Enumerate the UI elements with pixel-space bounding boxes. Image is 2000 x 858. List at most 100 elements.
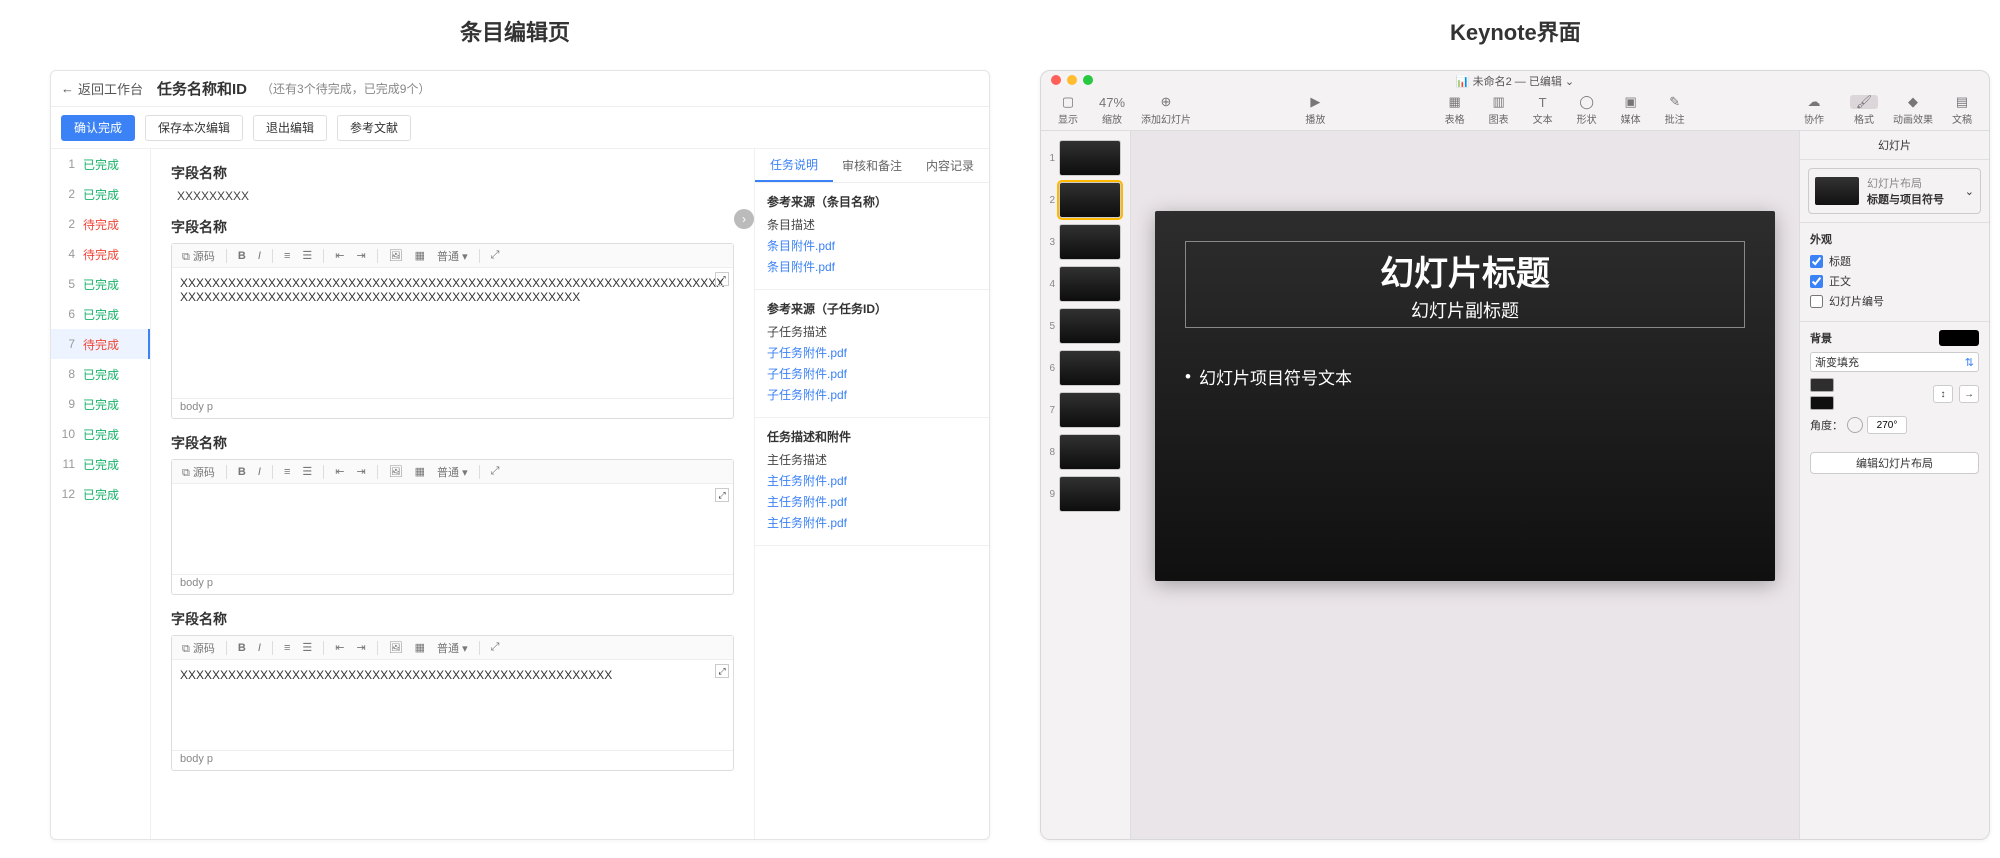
info-tab[interactable]: 内容记录 — [911, 149, 989, 182]
sidebar-entry[interactable]: 12 已完成 — [51, 479, 150, 509]
edit-layout-button[interactable]: 编辑幻灯片布局 — [1810, 452, 1979, 474]
fullscreen-button[interactable]: ⤢ — [487, 641, 504, 654]
toolbar-text[interactable]: T 文本 — [1528, 95, 1558, 126]
indent-button[interactable]: ⇥ — [352, 249, 369, 262]
sidebar-entry[interactable]: 1 已完成 — [51, 149, 150, 179]
toolbar-shape[interactable]: ◯ 形状 — [1572, 95, 1602, 126]
toolbar-chart[interactable]: ▥ 图表 — [1484, 95, 1514, 126]
bullet-list-button[interactable]: ≡ — [280, 250, 294, 262]
references-button[interactable]: 参考文献 — [337, 115, 411, 141]
checkbox[interactable] — [1810, 275, 1823, 288]
toolbar-play[interactable]: ▶ 播放 — [1300, 95, 1330, 126]
slide-thumbnail[interactable]: 9 — [1041, 473, 1130, 515]
chevron-down-icon[interactable]: ⌄ — [1565, 76, 1574, 88]
source-button[interactable]: ⧉ 源码 — [178, 640, 219, 656]
outdent-button[interactable]: ⇤ — [331, 249, 348, 262]
attachment-link[interactable]: 条目附件.pdf — [767, 260, 835, 274]
image-button[interactable]: 🖼 — [385, 465, 407, 478]
toolbar-table[interactable]: ▦ 表格 — [1440, 95, 1470, 126]
image-button[interactable]: 🖼 — [385, 249, 407, 262]
attachment-link[interactable]: 主任务附件.pdf — [767, 474, 847, 488]
attachment-link[interactable]: 主任务附件.pdf — [767, 495, 847, 509]
attachment-link[interactable]: 子任务附件.pdf — [767, 346, 847, 360]
swap-gradient-button[interactable]: ↕ — [1933, 385, 1953, 403]
toolbar-comment[interactable]: ✎ 批注 — [1660, 95, 1690, 126]
fill-type-select[interactable]: 渐变填充 ⇅ — [1810, 352, 1979, 372]
rte-body[interactable]: XXXXXXXXXXXXXXXXXXXXXXXXXXXXXXXXXXXXXXXX… — [172, 660, 733, 750]
sidebar-entry[interactable]: 2 待完成 — [51, 209, 150, 239]
gradient-stop-swatch[interactable] — [1810, 378, 1834, 392]
italic-button[interactable]: I — [254, 250, 265, 262]
save-button[interactable]: 保存本次编辑 — [145, 115, 243, 141]
slide-thumbnail[interactable]: 6 — [1041, 347, 1130, 389]
image-button[interactable]: 🖼 — [385, 641, 407, 654]
toolbar-media[interactable]: ▣ 媒体 — [1616, 95, 1646, 126]
sidebar-entry[interactable]: 9 已完成 — [51, 389, 150, 419]
attachment-link[interactable]: 子任务附件.pdf — [767, 388, 847, 402]
collapse-right-panel-button[interactable]: › — [734, 209, 754, 229]
indent-button[interactable]: ⇥ — [352, 641, 369, 654]
toolbar-format[interactable]: 🖌 格式 — [1849, 95, 1879, 126]
sidebar-entry[interactable]: 11 已完成 — [51, 449, 150, 479]
confirm-button[interactable]: 确认完成 — [61, 115, 135, 141]
slide-thumbnail[interactable]: 7 — [1041, 389, 1130, 431]
number-list-button[interactable]: ☰ — [298, 249, 316, 262]
attachment-link[interactable]: 条目附件.pdf — [767, 239, 835, 253]
italic-button[interactable]: I — [254, 466, 265, 478]
rte-body[interactable]: ⤢ — [172, 484, 733, 574]
sidebar-entry[interactable]: 7 待完成 — [51, 329, 150, 359]
bold-button[interactable]: B — [234, 250, 250, 262]
toolbar-view[interactable]: ▢ 显示 — [1053, 95, 1083, 126]
slide-thumbnail[interactable]: 1 — [1041, 137, 1130, 179]
gradient-stop-swatch[interactable] — [1810, 396, 1834, 410]
number-list-button[interactable]: ☰ — [298, 641, 316, 654]
bold-button[interactable]: B — [234, 642, 250, 654]
fullscreen-button[interactable]: ⤢ — [487, 249, 504, 262]
toolbar-add-slide[interactable]: ⊕ 添加幻灯片 — [1141, 95, 1191, 126]
appearance-checkbox-row[interactable]: 正文 — [1810, 273, 1979, 289]
toolbar-document[interactable]: ▤ 文稿 — [1947, 95, 1977, 126]
table-button[interactable]: ▦ — [411, 641, 429, 654]
format-select[interactable]: 普通 ▾ — [433, 248, 472, 264]
toolbar-zoom[interactable]: 47% 缩放 — [1097, 95, 1127, 126]
angle-input[interactable] — [1867, 416, 1907, 434]
sidebar-entry[interactable]: 8 已完成 — [51, 359, 150, 389]
table-button[interactable]: ▦ — [411, 465, 429, 478]
indent-button[interactable]: ⇥ — [352, 465, 369, 478]
attachment-link[interactable]: 主任务附件.pdf — [767, 516, 847, 530]
appearance-checkbox-row[interactable]: 标题 — [1810, 253, 1979, 269]
slide-thumbnail[interactable]: 2 — [1041, 179, 1130, 221]
attachment-link[interactable]: 子任务附件.pdf — [767, 367, 847, 381]
rte-body[interactable]: XXXXXXXXXXXXXXXXXXXXXXXXXXXXXXXXXXXXXXXX… — [172, 268, 733, 398]
exit-button[interactable]: 退出编辑 — [253, 115, 327, 141]
toolbar-collab[interactable]: ☁ 协作 — [1799, 95, 1829, 126]
table-button[interactable]: ▦ — [411, 249, 429, 262]
source-button[interactable]: ⧉ 源码 — [178, 248, 219, 264]
slide-thumbnail[interactable]: 8 — [1041, 431, 1130, 473]
background-preview-swatch[interactable] — [1939, 330, 1979, 346]
sidebar-entry[interactable]: 2 已完成 — [51, 179, 150, 209]
appearance-checkbox-row[interactable]: 幻灯片编号 — [1810, 293, 1979, 309]
format-select[interactable]: 普通 ▾ — [433, 640, 472, 656]
angle-dial-icon[interactable] — [1847, 417, 1863, 433]
toolbar-animate[interactable]: ◆ 动画效果 — [1893, 95, 1933, 126]
maximize-window-icon[interactable] — [1083, 75, 1093, 85]
outdent-button[interactable]: ⇤ — [331, 641, 348, 654]
fullscreen-button[interactable]: ⤢ — [487, 465, 504, 478]
bullet-list-button[interactable]: ≡ — [280, 642, 294, 654]
sidebar-entry[interactable]: 6 已完成 — [51, 299, 150, 329]
slide-bullet-box[interactable]: • 幻灯片项目符号文本 — [1185, 364, 1745, 389]
bold-button[interactable]: B — [234, 466, 250, 478]
outdent-button[interactable]: ⇤ — [331, 465, 348, 478]
sidebar-entry[interactable]: 10 已完成 — [51, 419, 150, 449]
rte-expand-icon[interactable]: ⤢ — [715, 272, 729, 286]
format-select[interactable]: 普通 ▾ — [433, 464, 472, 480]
rte-expand-icon[interactable]: ⤢ — [715, 664, 729, 678]
italic-button[interactable]: I — [254, 642, 265, 654]
rte-expand-icon[interactable]: ⤢ — [715, 488, 729, 502]
number-list-button[interactable]: ☰ — [298, 465, 316, 478]
slide-canvas[interactable]: 幻灯片标题 幻灯片副标题 • 幻灯片项目符号文本 — [1155, 211, 1775, 581]
slide-title-box[interactable]: 幻灯片标题 幻灯片副标题 — [1185, 241, 1745, 328]
slide-thumbnail[interactable]: 4 — [1041, 263, 1130, 305]
source-button[interactable]: ⧉ 源码 — [178, 464, 219, 480]
